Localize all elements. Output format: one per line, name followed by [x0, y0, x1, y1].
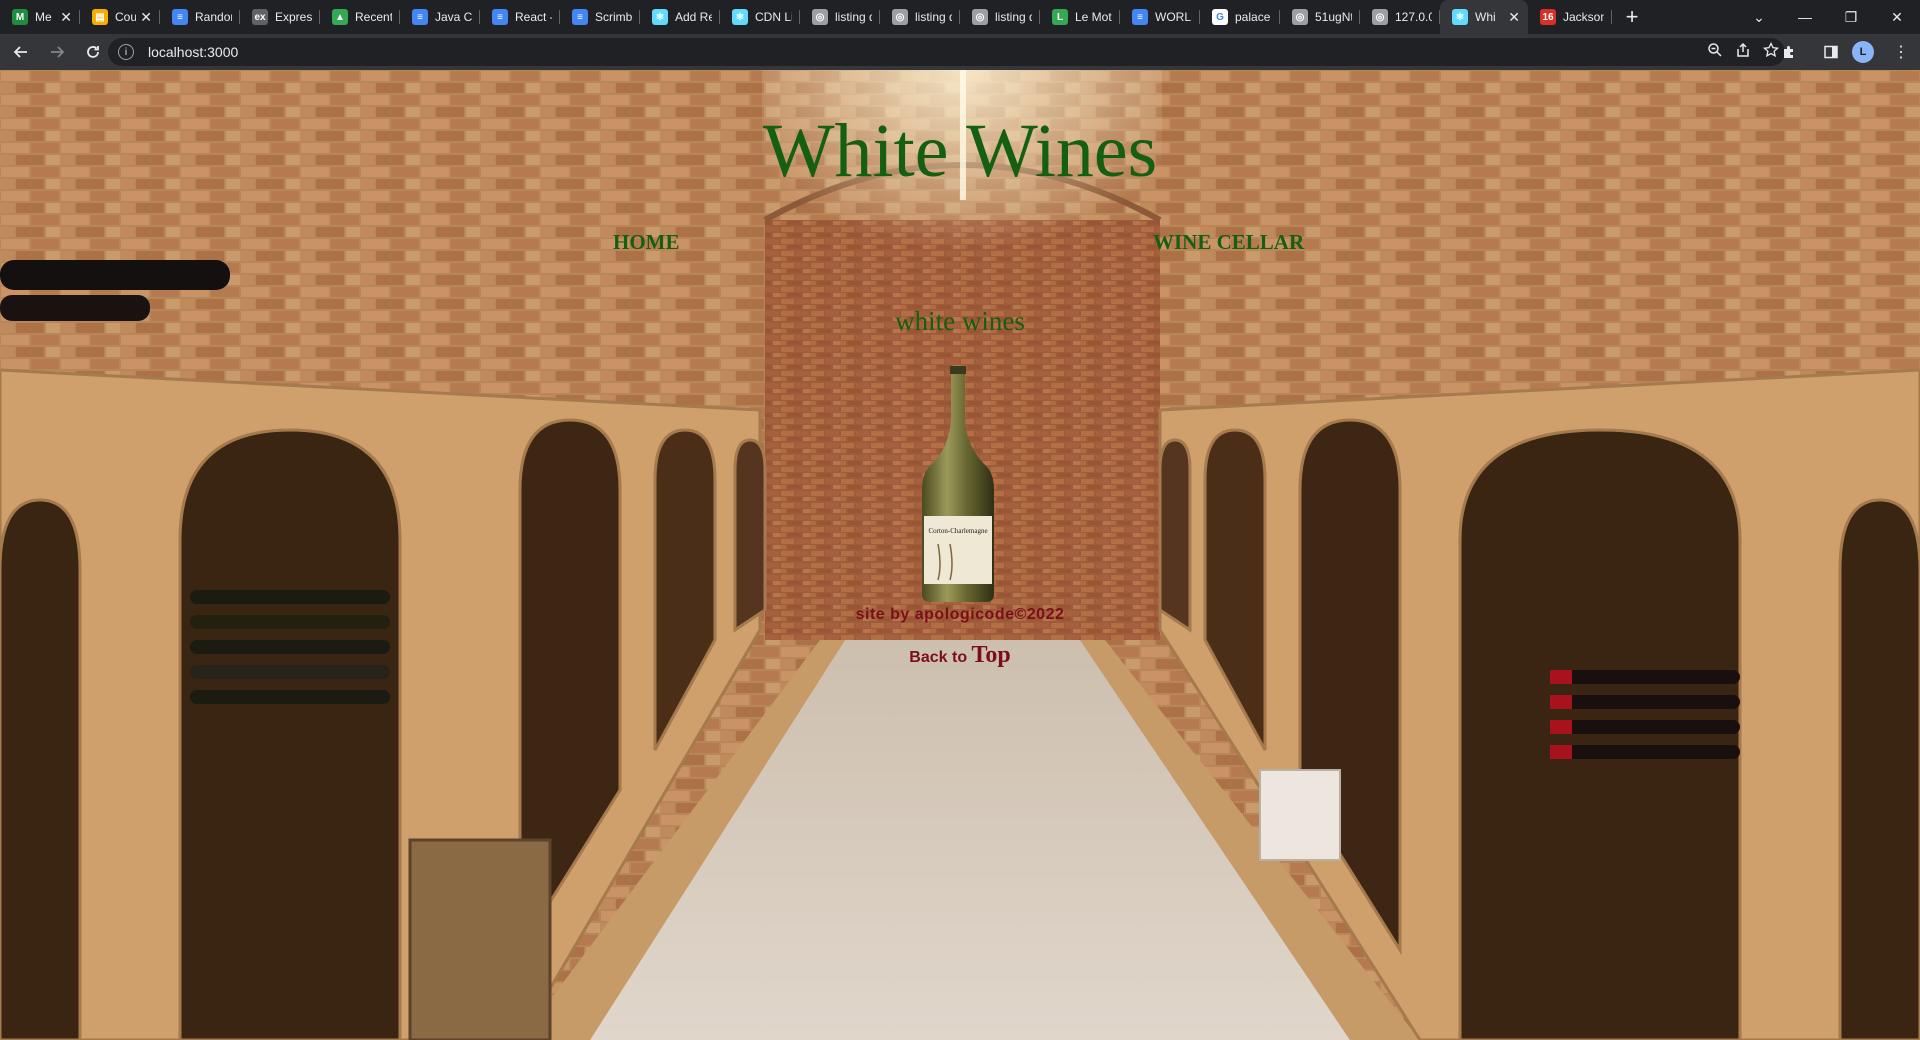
browser-tab[interactable]: ≡ React -	[480, 0, 560, 34]
tab-title: Java Co	[435, 10, 472, 24]
tab-title: Add Re	[675, 10, 712, 24]
browser-tab[interactable]: ◎ 127.0.0.	[1360, 0, 1440, 34]
tab-favicon-icon: ◎	[892, 9, 908, 25]
tab-favicon-icon: ≡	[572, 9, 588, 25]
tab-strip: MMe✕▤Cou✕≡RandomexExpress▲Recent≡Java Co…	[0, 0, 1920, 34]
forward-arrow-icon[interactable]	[42, 37, 72, 67]
browser-toolbar: i localhost:3000 L ⋮	[0, 34, 1920, 70]
tab-favicon-icon: ◎	[972, 9, 988, 25]
tab-title: Random	[195, 10, 232, 24]
tab-title: Cou	[115, 10, 137, 24]
tab-title: palace	[1235, 10, 1271, 24]
browser-tab[interactable]: ≡ Java Co	[400, 0, 480, 34]
tab-title: Le Mot	[1075, 10, 1112, 24]
bottle-label-text: Corton-Charlemagne	[928, 527, 987, 535]
footer-credit: site by apologicode©2022	[855, 606, 1065, 623]
zoom-icon[interactable]	[1707, 42, 1723, 62]
nav-home-link[interactable]: HOME	[613, 230, 680, 255]
reload-icon[interactable]	[78, 37, 108, 67]
tab-favicon-icon: ⚛	[1452, 9, 1468, 25]
section-subheading: white wines	[895, 306, 1025, 336]
tab-favicon-icon: 16	[1540, 9, 1556, 25]
wine-bottle-image: Corton-Charlemagne	[922, 366, 994, 602]
tab-title: Whi	[1475, 10, 1496, 24]
site-info-icon[interactable]: i	[118, 44, 134, 60]
tab-title: 51ugNt	[1315, 10, 1352, 24]
browser-tab[interactable]: 16 Jackson	[1528, 0, 1612, 34]
share-icon[interactable]	[1735, 42, 1751, 62]
back-arrow-icon[interactable]	[6, 37, 36, 67]
tab-favicon-icon: ≡	[172, 9, 188, 25]
profile-avatar[interactable]: L	[1852, 41, 1874, 63]
tab-title: Me	[35, 10, 52, 24]
tab-favicon-icon: ◎	[812, 9, 828, 25]
page-title: White Wines	[762, 109, 1158, 193]
tab-favicon-icon: ▲	[332, 9, 348, 25]
address-bar[interactable]: i localhost:3000	[108, 38, 1785, 66]
browser-tab[interactable]: ▤ Cou ✕	[80, 0, 160, 34]
address-text: localhost:3000	[148, 44, 239, 60]
back-to-top-row: Back to Top	[0, 642, 1920, 669]
browser-tab[interactable]: ≡ Random	[160, 0, 240, 34]
back-to-top-link[interactable]: Top	[972, 642, 1011, 668]
new-tab-button[interactable]: +	[1612, 0, 1652, 34]
restore-icon[interactable]: ❐	[1828, 0, 1874, 34]
page-viewport: White Wines HOME WINE CELLAR white wines…	[0, 70, 1920, 1040]
tab-title: listing d	[835, 10, 872, 24]
tab-title: React -	[515, 10, 552, 24]
browser-tab[interactable]: ▲ Recent	[320, 0, 400, 34]
close-window-icon[interactable]: ✕	[1874, 0, 1920, 34]
tab-favicon-icon: ⚛	[732, 9, 748, 25]
tab-favicon-icon: ≡	[412, 9, 428, 25]
tab-favicon-icon: G	[1212, 9, 1228, 25]
tab-favicon-icon: ◎	[1292, 9, 1308, 25]
browser-tab[interactable]: ◎ listing d	[800, 0, 880, 34]
browser-tab[interactable]: L Le Mot	[1040, 0, 1120, 34]
tab-close-icon[interactable]: ✕	[60, 9, 72, 26]
tab-close-icon[interactable]: ✕	[1508, 9, 1520, 26]
tab-title: 127.0.0.	[1395, 10, 1432, 24]
tab-favicon-icon: L	[1052, 9, 1068, 25]
tab-title: listing d	[995, 10, 1032, 24]
back-to-label: Back to	[909, 649, 968, 666]
minimize-icon[interactable]: —	[1782, 0, 1828, 34]
tab-title: Jackson	[1563, 10, 1604, 24]
tab-favicon-icon: ◎	[1372, 9, 1388, 25]
browser-tab[interactable]: ex Express	[240, 0, 320, 34]
tab-title: CDN Lin	[755, 10, 792, 24]
browser-tab[interactable]: ≡ WORLD	[1120, 0, 1200, 34]
tab-close-icon[interactable]: ✕	[140, 9, 152, 26]
tab-favicon-icon: ex	[252, 9, 268, 25]
browser-tab[interactable]: ⚛ CDN Lin	[720, 0, 800, 34]
browser-tab[interactable]: Gpalace	[1200, 0, 1280, 34]
tab-title: WORLD	[1155, 10, 1192, 24]
tab-favicon-icon: ≡	[492, 9, 508, 25]
tab-title: Express	[275, 10, 312, 24]
tab-title: listing d	[915, 10, 952, 24]
tab-title: Scrimba	[595, 10, 632, 24]
browser-tab[interactable]: ◎ 51ugNt	[1280, 0, 1360, 34]
nav-wine-cellar-link[interactable]: WINE CELLAR	[1153, 230, 1304, 255]
tab-favicon-icon: ▤	[92, 9, 108, 25]
browser-tab[interactable]: ◎ listing d	[960, 0, 1040, 34]
side-panel-icon[interactable]	[1816, 37, 1846, 67]
puzzle-icon[interactable]	[1774, 37, 1804, 67]
browser-tab[interactable]: ⚛ Whi ✕	[1440, 0, 1528, 34]
browser-tab[interactable]: ⚛ Add Re	[640, 0, 720, 34]
browser-tab[interactable]: ◎ listing d	[880, 0, 960, 34]
browser-tab[interactable]: ≡ Scrimba	[560, 0, 640, 34]
tab-favicon-icon: ≡	[1132, 9, 1148, 25]
browser-tab[interactable]: M Me ✕	[0, 0, 80, 34]
tab-title: Recent	[355, 10, 392, 24]
tab-favicon-icon: M	[12, 9, 28, 25]
tab-search-icon[interactable]: ⌄	[1736, 0, 1782, 34]
tab-favicon-icon: ⚛	[652, 9, 668, 25]
kebab-menu-icon[interactable]: ⋮	[1886, 37, 1916, 67]
